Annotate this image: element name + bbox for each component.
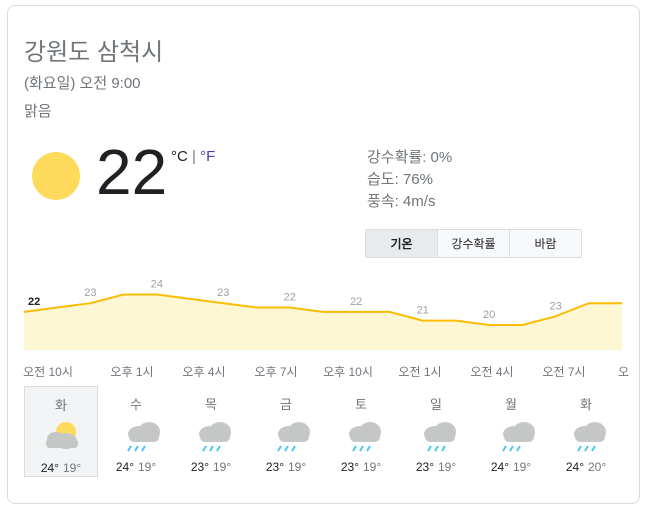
hour-label: 오후 7시 bbox=[254, 365, 298, 379]
hour-label: 오전 4시 bbox=[470, 365, 514, 379]
day-name: 토 bbox=[355, 397, 367, 412]
hour-label: 오후 10시 bbox=[323, 365, 373, 379]
current-temperature: 22 bbox=[96, 136, 168, 208]
day-temps: 23° 19° bbox=[249, 460, 323, 474]
day-high: 23° bbox=[340, 460, 359, 474]
rain-showers-icon bbox=[502, 422, 535, 452]
day-temps: 23° 19° bbox=[174, 460, 248, 474]
tab-precipitation[interactable]: 강수확률 bbox=[437, 230, 509, 257]
weather-details: 강수확률: 0% 습도: 76% 풍속: 4m/s bbox=[367, 147, 452, 213]
rain-showers-icon bbox=[277, 422, 310, 452]
day-high: 23° bbox=[415, 460, 434, 474]
chart-value-label: 24 bbox=[151, 280, 163, 291]
daily-forecast: 화 24° 19° 수 24° 19° 목 23° 19° 금 23° 19° 토 23° 19° 일 23° 1… bbox=[24, 386, 624, 478]
day-temps: 24° 20° bbox=[549, 460, 623, 474]
unit-fahrenheit[interactable]: °F bbox=[200, 148, 215, 165]
hour-label: 오 bbox=[618, 365, 630, 379]
day-high: 24° bbox=[40, 461, 59, 475]
hour-label: 오전 10시 bbox=[23, 365, 73, 379]
day-name: 수 bbox=[130, 397, 142, 412]
day-forecast[interactable]: 목 23° 19° bbox=[174, 386, 248, 477]
chart-value-label: 23 bbox=[217, 287, 229, 299]
day-high: 23° bbox=[265, 460, 284, 474]
day-low: 19° bbox=[363, 460, 382, 474]
rain-icon bbox=[199, 422, 231, 452]
chart-value-label: 20 bbox=[483, 309, 495, 321]
day-temps: 24° 19° bbox=[25, 461, 97, 475]
temperature-chart: 22 23 24 23 22 22 21 20 23 bbox=[24, 280, 622, 350]
unit-toggle: °C | °F bbox=[171, 148, 215, 165]
day-forecast[interactable]: 금 23° 19° bbox=[249, 386, 323, 477]
condition-label: 맑음 bbox=[24, 103, 52, 120]
precip-probability: 강수확률: 0% bbox=[367, 149, 453, 166]
day-name: 일 bbox=[430, 397, 442, 412]
rain-icon bbox=[349, 422, 381, 452]
day-low: 19° bbox=[138, 460, 157, 474]
tab-wind[interactable]: 바람 bbox=[509, 230, 581, 257]
day-forecast[interactable]: 일 23° 19° bbox=[399, 386, 473, 477]
day-forecast[interactable]: 화 24° 19° bbox=[24, 386, 98, 477]
day-name: 월 bbox=[505, 397, 517, 412]
day-forecast[interactable]: 토 23° 19° bbox=[324, 386, 398, 477]
chart-value-label: 21 bbox=[417, 305, 429, 317]
rain-icon bbox=[424, 422, 456, 452]
partly-cloudy-icon bbox=[46, 422, 78, 449]
day-low: 19° bbox=[63, 461, 82, 475]
chart-value-label: 22 bbox=[284, 292, 296, 304]
hour-label: 오후 4시 bbox=[182, 365, 226, 379]
chart-tabs: 기온 강수확률 바람 bbox=[365, 229, 582, 258]
day-low: 19° bbox=[438, 460, 457, 474]
wind-speed: 풍속: 4m/s bbox=[367, 193, 436, 210]
day-temps: 23° 19° bbox=[399, 460, 473, 474]
day-low: 19° bbox=[513, 460, 532, 474]
day-low: 19° bbox=[288, 460, 307, 474]
day-forecast[interactable]: 월 24° 19° bbox=[474, 386, 548, 477]
humidity: 습도: 76% bbox=[367, 171, 433, 188]
chart-value-label: 23 bbox=[549, 300, 561, 312]
day-temps: 23° 19° bbox=[324, 460, 398, 474]
day-forecast[interactable]: 수 24° 19° bbox=[99, 386, 173, 477]
hour-label: 오전 1시 bbox=[398, 365, 442, 379]
day-low: 20° bbox=[588, 460, 607, 474]
day-low: 19° bbox=[213, 460, 232, 474]
chart-value-label: 22 bbox=[28, 296, 40, 308]
rain-showers-icon bbox=[127, 422, 160, 452]
day-name: 금 bbox=[280, 397, 292, 412]
tab-temperature[interactable]: 기온 bbox=[366, 230, 437, 257]
chart-value-label: 22 bbox=[350, 296, 362, 308]
hour-label: 오후 1시 bbox=[110, 365, 154, 379]
datetime-label: (화요일) 오전 9:00 bbox=[24, 75, 141, 92]
hour-labels: 오전 10시 오후 1시 오후 4시 오후 7시 오후 10시 오전 1시 오전 4시 오전 … bbox=[23, 363, 629, 379]
day-high: 24° bbox=[490, 460, 509, 474]
day-high: 24° bbox=[565, 460, 584, 474]
location-title: 강원도 삼척시 bbox=[24, 39, 164, 66]
unit-separator: | bbox=[187, 148, 201, 165]
day-name: 화 bbox=[55, 398, 67, 413]
chart-value-label: 23 bbox=[84, 287, 96, 299]
hour-label: 오전 7시 bbox=[542, 365, 586, 379]
day-name: 목 bbox=[205, 397, 217, 412]
rain-icon bbox=[574, 422, 606, 452]
sun-icon bbox=[32, 152, 80, 200]
day-temps: 24° 19° bbox=[474, 460, 548, 474]
day-temps: 24° 19° bbox=[99, 460, 173, 474]
day-forecast[interactable]: 화 24° 20° bbox=[549, 386, 623, 477]
unit-celsius[interactable]: °C bbox=[171, 148, 188, 165]
day-high: 24° bbox=[115, 460, 134, 474]
day-high: 23° bbox=[190, 460, 209, 474]
day-name: 화 bbox=[580, 397, 592, 412]
